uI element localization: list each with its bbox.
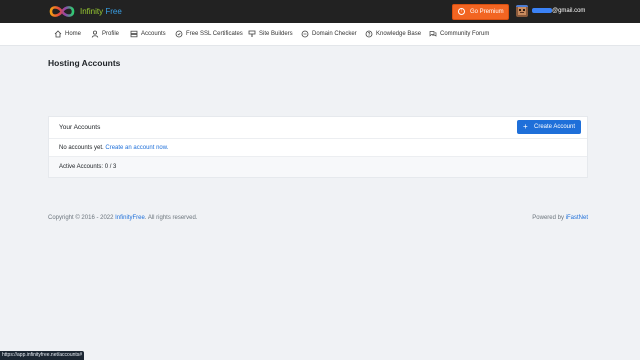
nav-label: Home	[65, 31, 82, 37]
arrow-up-circle-icon: ↑	[458, 8, 465, 15]
infinityfree-link[interactable]: InfinityFree	[115, 215, 145, 221]
copyright: Copyright © 2016 - 2022 InfinityFree. Al…	[48, 214, 198, 223]
email-domain: @gmail.com	[552, 8, 586, 14]
globe-icon	[301, 30, 309, 38]
powered-by-prefix: Powered by	[532, 215, 564, 221]
empty-state-message: No accounts yet. Create an account now.	[59, 139, 168, 157]
card-body: No accounts yet. Create an account now.	[49, 139, 587, 157]
user-email[interactable]: @gmail.com	[532, 7, 585, 16]
chat-icon	[429, 31, 437, 37]
nav-label: Domain Checker	[312, 31, 357, 37]
nav-label: Free SSL Certificates	[186, 31, 243, 37]
brand-name[interactable]: Infinity Free	[80, 6, 122, 17]
card-header: Your Accounts + Create Account	[49, 117, 587, 139]
help-icon	[365, 30, 373, 38]
page-title: Hosting Accounts	[48, 58, 121, 68]
nav-label: Community Forum	[440, 31, 490, 37]
create-account-label: Create Account	[534, 124, 576, 130]
copyright-suffix: . All rights reserved.	[144, 215, 198, 221]
infinity-logo-icon[interactable]	[48, 4, 76, 19]
shield-icon	[175, 30, 183, 38]
brand-part-infinity: Infinity	[80, 7, 104, 16]
card-footer: Active Accounts: 0 / 3	[49, 157, 587, 177]
accounts-card: Your Accounts + Create Account No accoun…	[48, 116, 588, 178]
redacted-email-mask	[532, 7, 552, 13]
nav-label: Knowledge Base	[376, 31, 422, 37]
go-premium-button[interactable]: ↑ Go Premium	[452, 4, 509, 20]
link-preview-statusbar: https://app.infinityfree.net/accounts#	[0, 351, 85, 360]
nav-label: Site Builders	[259, 31, 293, 37]
main-navigation: Home Profile Accounts Free SSL Certifica…	[0, 23, 640, 46]
active-accounts-count: Active Accounts: 0 / 3	[59, 164, 117, 170]
avatar[interactable]	[516, 5, 528, 17]
nav-label: Accounts	[141, 31, 166, 37]
server-icon	[130, 30, 138, 38]
brand-part-free: Free	[105, 7, 122, 16]
home-icon	[54, 30, 62, 38]
plus-icon: +	[523, 122, 528, 131]
create-account-link[interactable]: Create an account now.	[105, 145, 168, 151]
ifastnet-link[interactable]: iFastNet	[566, 215, 588, 221]
card-title: Your Accounts	[59, 124, 101, 131]
create-account-button[interactable]: + Create Account	[517, 120, 581, 134]
powered-by: Powered by iFastNet	[532, 214, 588, 223]
go-premium-label: Go Premium	[470, 9, 504, 15]
nav-label: Profile	[102, 31, 120, 37]
copyright-prefix: Copyright © 2016 - 2022	[48, 215, 114, 221]
user-icon	[91, 30, 99, 38]
empty-state-text: No accounts yet.	[59, 145, 104, 151]
top-bar: Infinity Free ↑ Go Premium @gmail.com	[0, 0, 640, 23]
paint-icon	[248, 30, 256, 37]
